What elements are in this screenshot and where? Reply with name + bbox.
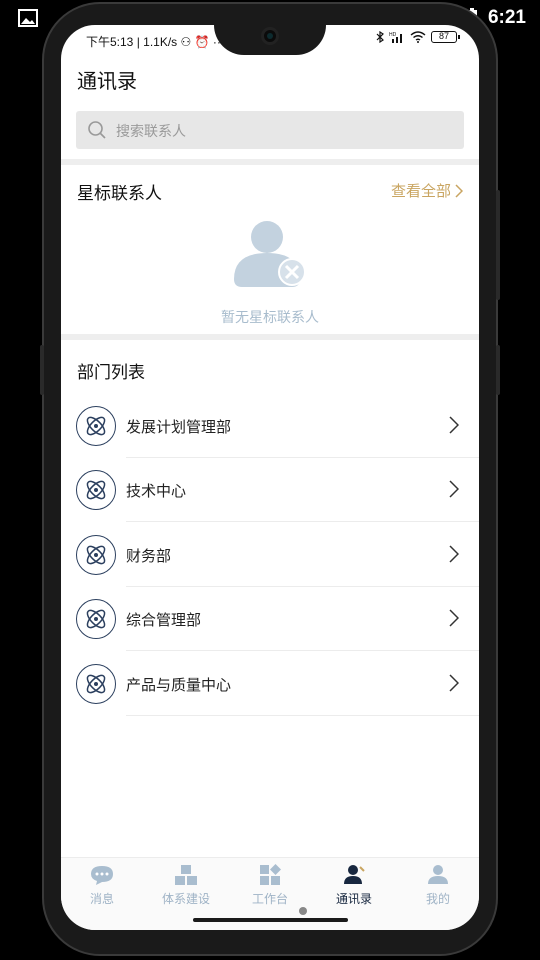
tab-label: 消息: [89, 892, 114, 906]
search-placeholder: 搜索联系人: [116, 124, 186, 140]
device-clock: 6:21: [487, 7, 526, 28]
tab-label: 工作台: [251, 892, 288, 906]
profile-icon: [428, 865, 448, 884]
tab-contacts[interactable]: 通讯录: [319, 864, 389, 907]
side-button-left: [40, 345, 44, 395]
svg-text:HD: HD: [389, 32, 397, 38]
battery-indicator: 87: [431, 31, 460, 43]
department-name: 财务部: [126, 547, 172, 565]
section-divider: [61, 334, 479, 340]
contacts-icon: [344, 865, 365, 884]
image-notification-icon: [18, 9, 38, 27]
chevron-right-icon: [449, 480, 459, 498]
department-item[interactable]: 综合管理部: [61, 587, 479, 651]
row-divider: [126, 650, 479, 651]
tab-workbench[interactable]: 工作台: [235, 864, 305, 907]
row-divider: [126, 521, 479, 522]
chevron-right-icon: [449, 416, 459, 434]
grid-icon: [260, 864, 281, 885]
view-all-label: 查看全部: [390, 182, 451, 200]
department-item[interactable]: 产品与质量中心: [61, 652, 479, 716]
wifi-icon-small: [410, 31, 426, 43]
department-item[interactable]: 技术中心: [61, 458, 479, 522]
department-icon: [76, 406, 116, 446]
page-title: 通讯录: [77, 69, 137, 93]
tab-label: 我的: [425, 892, 450, 906]
department-name: 产品与质量中心: [126, 676, 232, 694]
tab-messages[interactable]: 消息: [67, 864, 137, 907]
app-screen: 下午5:13 | 1.1K/s ⚇ ⏰ ·· HD 87 通讯录 搜索联系人 星…: [61, 25, 479, 930]
department-icon: [76, 535, 116, 575]
department-name: 技术中心: [126, 482, 187, 500]
department-name: 发展计划管理部: [126, 418, 232, 436]
chevron-right-icon: [449, 545, 459, 563]
chevron-right-icon: [449, 674, 459, 692]
tab-mine[interactable]: 我的: [403, 864, 473, 907]
home-indicator[interactable]: [193, 918, 348, 922]
side-button-right-top: [496, 190, 500, 300]
section-divider: [61, 159, 479, 165]
empty-avatar-icon: [234, 221, 306, 287]
empty-starred-text: 暂无星标联系人: [221, 310, 319, 326]
chevron-right-icon: [455, 183, 463, 198]
chevron-right-icon: [449, 609, 459, 627]
home-dot: [299, 907, 307, 915]
tab-system-building[interactable]: 体系建设: [151, 864, 221, 907]
tab-label: 体系建设: [161, 892, 210, 906]
side-button-right-bottom: [496, 345, 500, 395]
department-section-title: 部门列表: [77, 363, 145, 383]
hd-signal-icon: HD: [389, 32, 402, 43]
department-icon: [76, 664, 116, 704]
search-bar[interactable]: 搜索联系人: [76, 111, 464, 149]
row-divider: [126, 715, 479, 716]
starred-section-title: 星标联系人: [77, 184, 162, 204]
department-item[interactable]: 财务部: [61, 523, 479, 587]
department-item[interactable]: 发展计划管理部: [61, 394, 479, 458]
phone-status-bar: 下午5:13 | 1.1K/s ⚇ ⏰ ·· HD 87: [61, 25, 479, 53]
department-icon: [76, 599, 116, 639]
phone-status-left: 下午5:13 | 1.1K/s ⚇ ⏰ ··: [86, 35, 221, 49]
view-all-button[interactable]: 查看全部: [391, 180, 463, 201]
department-name: 综合管理部: [126, 611, 202, 629]
search-icon: [88, 121, 106, 139]
bluetooth-icon: [376, 31, 384, 43]
tab-label: 通讯录: [335, 892, 372, 906]
chat-bubble-icon: [91, 866, 113, 885]
boxes-icon: [175, 865, 197, 885]
department-icon: [76, 470, 116, 510]
